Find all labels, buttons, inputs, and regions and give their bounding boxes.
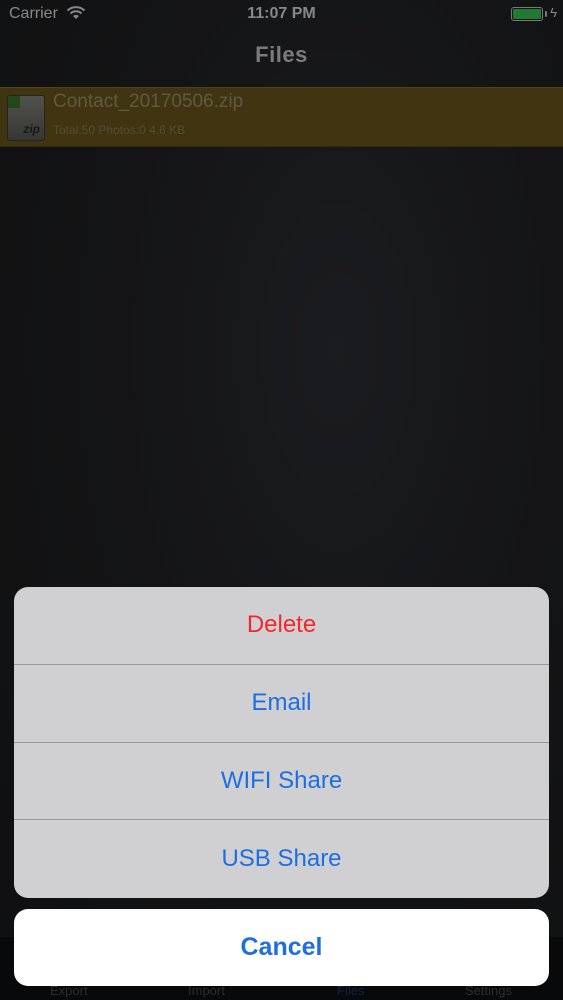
wifi-share-button[interactable]: WIFI Share	[14, 743, 549, 821]
action-sheet: Delete Email WIFI Share USB Share	[14, 587, 549, 898]
usb-share-button[interactable]: USB Share	[14, 820, 549, 898]
delete-button[interactable]: Delete	[14, 587, 549, 665]
cancel-button[interactable]: Cancel	[14, 909, 549, 986]
email-button[interactable]: Email	[14, 665, 549, 743]
